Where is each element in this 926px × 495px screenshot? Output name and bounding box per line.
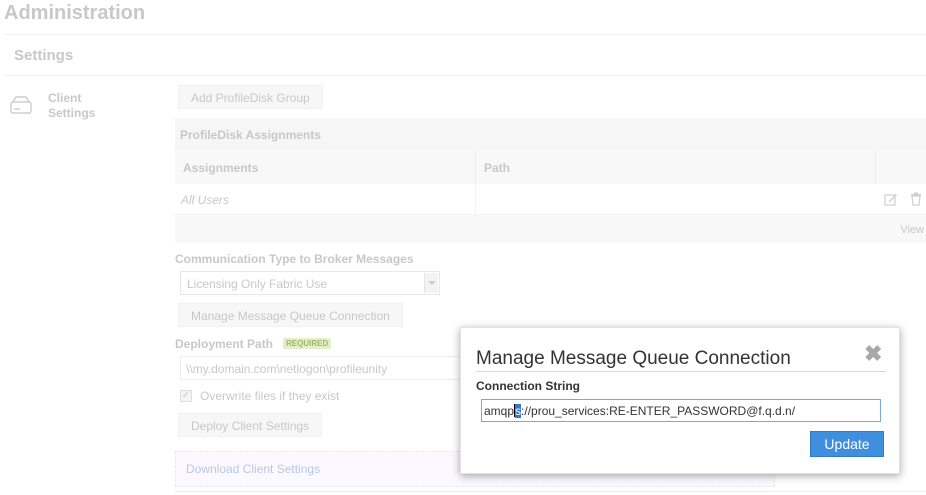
modal-title: Manage Message Queue Connection (476, 348, 791, 369)
assignment-cell: All Users (181, 193, 230, 207)
divider (4, 75, 926, 76)
add-profiledisk-group-button[interactable]: Add ProfileDisk Group (178, 85, 323, 109)
column-header-assignments[interactable]: Assignments (175, 151, 476, 184)
section-title: Settings (14, 47, 74, 64)
close-icon[interactable]: ✖ (864, 343, 882, 365)
deployment-path-input[interactable]: \\my.domain.com\netlogon\profileunity (180, 356, 470, 380)
connection-string-input[interactable]: amqps://prou_services:RE-ENTER_PASSWORD@… (481, 399, 881, 422)
communication-type-select[interactable]: Licensing Only Fabric Use (180, 271, 440, 295)
trash-icon[interactable] (909, 192, 923, 206)
manage-message-queue-button[interactable]: Manage Message Queue Connection (178, 303, 403, 327)
assignments-panel-header: ProfileDisk Assignments (175, 118, 926, 151)
chevron-down-icon[interactable] (424, 273, 438, 293)
table-footer: View (175, 215, 926, 243)
sidebar-item-client-settings[interactable]: Client Settings (48, 91, 128, 121)
hard-drive-icon (10, 96, 32, 114)
edit-icon[interactable] (884, 192, 898, 206)
message-queue-modal: Manage Message Queue Connection ✖ Connec… (460, 327, 900, 474)
download-client-settings-link[interactable]: Download Client Settings (186, 462, 320, 476)
column-header-path[interactable]: Path (476, 151, 876, 184)
table-row[interactable]: All Users (175, 185, 926, 215)
communication-type-label: Communication Type to Broker Messages (175, 252, 414, 266)
connection-string-label: Connection String (476, 379, 580, 393)
panel-title: ProfileDisk Assignments (180, 128, 321, 142)
view-link[interactable]: View (900, 224, 924, 236)
required-badge: REQUIRED (283, 338, 332, 349)
overwrite-checkbox[interactable]: ✓ (180, 390, 192, 402)
deploy-client-settings-button[interactable]: Deploy Client Settings (178, 413, 323, 437)
overwrite-label: Overwrite files if they exist (200, 389, 340, 403)
deployment-path-label: Deployment Path (175, 337, 274, 351)
column-header-actions (876, 151, 926, 184)
page-title: Administration (4, 2, 146, 24)
update-button[interactable]: Update (810, 431, 884, 457)
divider (4, 34, 926, 35)
